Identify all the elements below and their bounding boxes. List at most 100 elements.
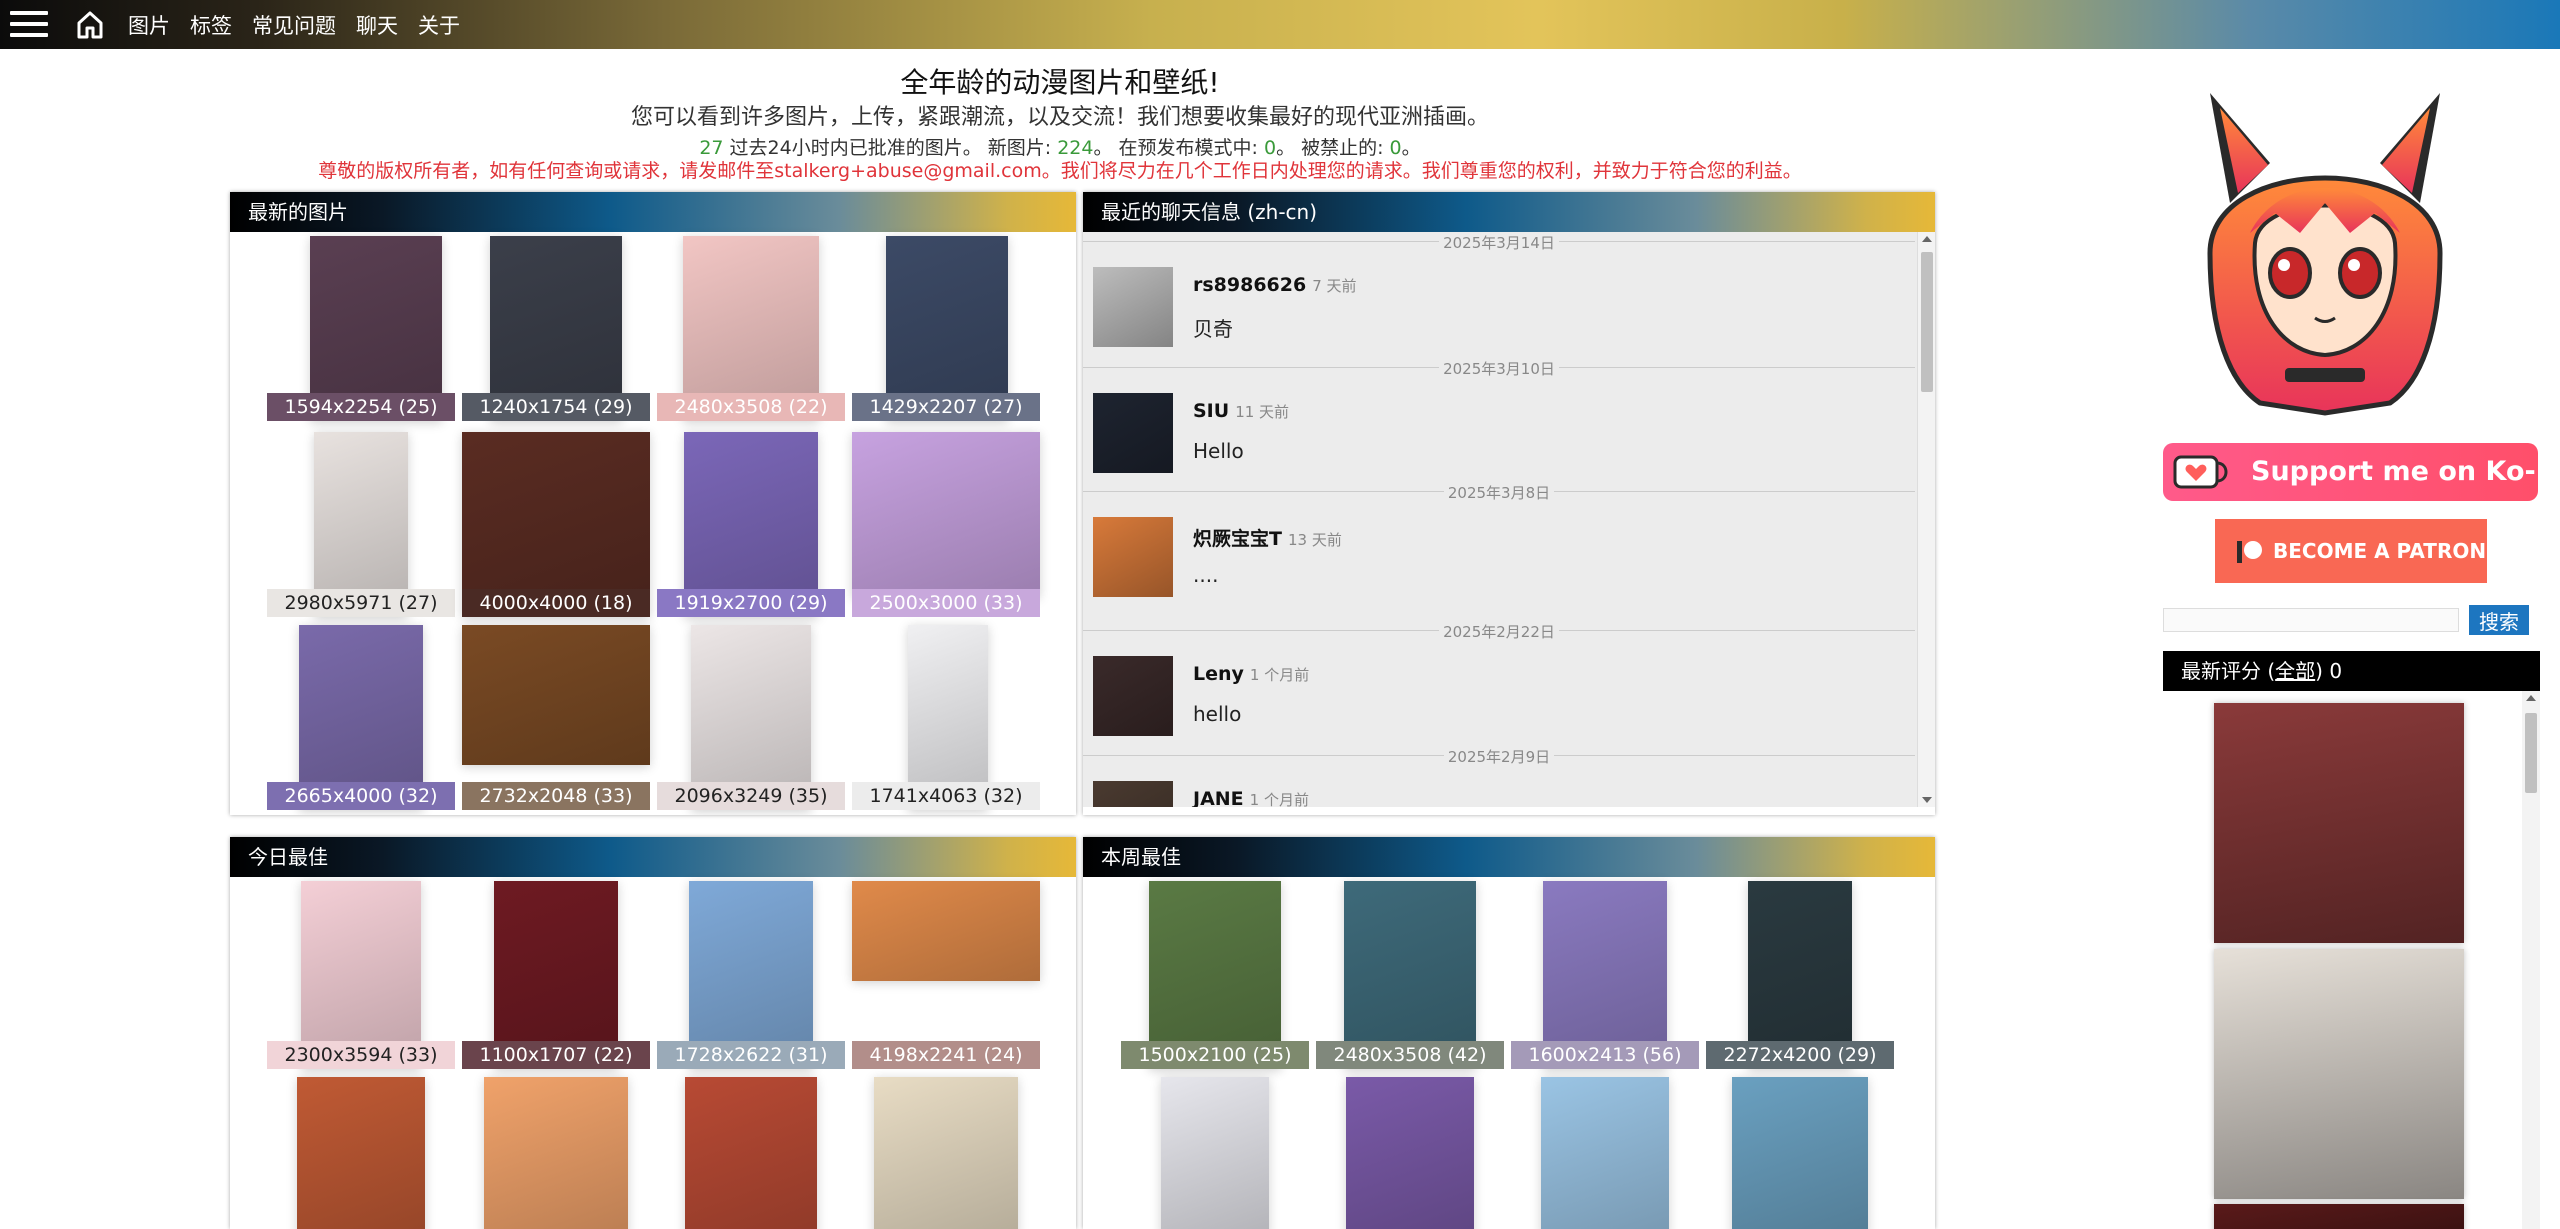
scroll-down-icon[interactable] [1922,797,1932,803]
nav-link-pictures[interactable]: 图片 [128,10,170,40]
thumbnail[interactable] [852,1077,1040,1229]
rating-card-image[interactable] [2214,1204,2464,1229]
nav-link-faq[interactable]: 常见问题 [252,10,336,40]
thumbnail[interactable]: 2732x2048 (33) [462,625,650,810]
thumbnail-image[interactable] [852,881,1040,981]
chat-username[interactable]: 炽厥宝宝T 13 天前 [1193,524,1342,551]
chat-header: 最近的聊天信息 (zh-cn) [1083,192,1935,232]
thumbnail[interactable]: 2980x5971 (27) [267,432,455,617]
search-button[interactable]: 搜索 [2469,605,2529,635]
chat-username[interactable]: SIU 11 天前 [1193,400,1289,422]
thumbnail[interactable] [1511,1077,1699,1229]
avatar[interactable] [1093,656,1173,736]
scroll-thumb[interactable] [1921,252,1933,392]
chat-date-separator: 2025年2月22日 [1083,621,1915,641]
nav-link-about[interactable]: 关于 [418,10,460,40]
thumbnail[interactable]: 1429x2207 (27) [852,236,1040,421]
thumbnail[interactable]: 2272x4200 (29) [1706,881,1894,1069]
thumbnail[interactable]: 4198x2241 (24) [852,881,1040,1069]
kofi-button[interactable]: Support me on Ko-fi [2163,443,2538,545]
scroll-up-icon[interactable] [1922,236,1932,242]
patreon-button[interactable]: BECOME A PATRON [2215,519,2487,583]
thumbnail-image[interactable] [484,1077,628,1229]
thumbnail-image[interactable] [874,1077,1018,1229]
search-input[interactable] [2163,608,2459,632]
thumbnail[interactable] [657,1077,845,1229]
thumbnail[interactable]: 1728x2622 (31) [657,881,845,1069]
thumbnail-caption: 2732x2048 (33) [462,782,650,810]
rating-card-image[interactable] [2214,703,2464,943]
thumbnail-caption: 1240x1754 (29) [462,393,650,421]
thumbnail[interactable]: 1919x2700 (29) [657,432,845,617]
today-best-panel: 今日最佳 2300x3594 (33) 1100x1707 (22) 1728x26… [230,837,1076,1229]
thumbnail[interactable] [267,1077,455,1229]
thumbnail-image[interactable] [1346,1077,1474,1229]
latest-ratings-panel: 最新评分 (全部) 0 [2163,651,2540,1229]
thumbnail-image[interactable] [685,1077,817,1229]
thumbnail-caption: 1594x2254 (25) [267,393,455,421]
home-icon[interactable] [74,9,106,41]
chat-date-separator: 2025年3月10日 [1083,358,1915,378]
chat-time: 7 天前 [1312,277,1357,295]
today-best-grid: 2300x3594 (33) 1100x1707 (22) 1728x2622 (3… [230,877,1076,1229]
thumbnail[interactable]: 2665x4000 (32) [267,625,455,810]
avatar[interactable] [1093,267,1173,347]
chat-time: 11 天前 [1235,403,1290,421]
thumbnail[interactable]: 1594x2254 (25) [267,236,455,421]
mascot-logo [2207,93,2443,416]
chat-time: 1 个月前 [1249,791,1309,807]
thumbnail[interactable]: 2500x3000 (33) [852,432,1040,617]
thumbnail[interactable]: 2480x3508 (42) [1316,881,1504,1069]
scroll-up-icon[interactable] [2526,695,2536,701]
thumbnail-image[interactable] [297,1077,425,1229]
thumbnail[interactable]: 1741x4063 (32) [852,625,1040,810]
hamburger-menu-icon[interactable] [10,11,48,39]
username-text[interactable]: SIU [1193,400,1229,422]
chat-date-separator: 2025年2月9日 [1083,746,1915,766]
top-nav-bar: 图片 标签 常见问题 聊天 关于 [0,0,2560,49]
thumbnail[interactable] [1706,1077,1894,1229]
chat-username[interactable]: rs8986626 7 天前 [1193,274,1357,296]
username-text[interactable]: Leny [1193,663,1244,685]
thumbnail[interactable]: 1600x2413 (56) [1511,881,1699,1069]
scroll-thumb[interactable] [2525,713,2537,793]
thumbnail[interactable]: 1240x1754 (29) [462,236,650,421]
thumbnail[interactable]: 4000x4000 (18) [462,432,650,617]
thumbnail[interactable]: 1100x1707 (22) [462,881,650,1069]
chat-panel: 最近的聊天信息 (zh-cn) 2025年3月14日 rs8986626 7 天前贝… [1083,192,1935,815]
thumbnail[interactable]: 2300x3594 (33) [267,881,455,1069]
chat-scrollbar[interactable] [1917,232,1935,807]
avatar[interactable] [1093,517,1173,597]
thumbnail[interactable] [462,1077,650,1229]
avatar[interactable] [1093,393,1173,473]
week-best-panel: 本周最佳 1500x2100 (25) 2480x3508 (42) 1600x24… [1083,837,1935,1229]
ratings-scrollbar[interactable] [2522,691,2540,1229]
chat-messages[interactable]: 2025年3月14日 rs8986626 7 天前 贝奇 2025年3月10日 SIU 11… [1083,232,1935,807]
thumbnail[interactable]: 2480x3508 (22) [657,236,845,421]
nav-link-chat[interactable]: 聊天 [356,10,398,40]
thumbnail-caption: 1429x2207 (27) [852,393,1040,421]
thumbnail[interactable]: 1500x2100 (25) [1121,881,1309,1069]
chat-text: hello [1193,702,1242,726]
latest-pictures-grid: 1594x2254 (25) 1240x1754 (29) 2480x3508 (2… [230,232,1076,815]
username-text[interactable]: rs8986626 [1193,274,1306,296]
chat-time: 1 个月前 [1249,666,1310,684]
ratings-all-link[interactable]: 全部 [2275,659,2315,683]
thumbnail-image[interactable] [462,625,650,765]
thumbnail-image[interactable] [852,432,1040,597]
thumbnail-image[interactable] [1541,1077,1669,1229]
thumbnail-image[interactable] [1161,1077,1269,1229]
thumbnail[interactable]: 2096x3249 (35) [657,625,845,810]
chat-username[interactable]: JANE 1 个月前 [1193,788,1309,807]
thumbnail[interactable] [1316,1077,1504,1229]
username-text[interactable]: 炽厥宝宝T [1193,528,1282,550]
thumbnail-image[interactable] [1732,1077,1868,1229]
thumbnail-caption: 2272x4200 (29) [1706,1041,1894,1069]
nav-link-tags[interactable]: 标签 [190,10,232,40]
chat-username[interactable]: Leny 1 个月前 [1193,663,1309,685]
username-text[interactable]: JANE [1193,788,1244,807]
rating-card-image[interactable] [2214,949,2464,1199]
avatar[interactable] [1093,781,1173,807]
patreon-icon [2237,541,2262,563]
thumbnail[interactable] [1121,1077,1309,1229]
